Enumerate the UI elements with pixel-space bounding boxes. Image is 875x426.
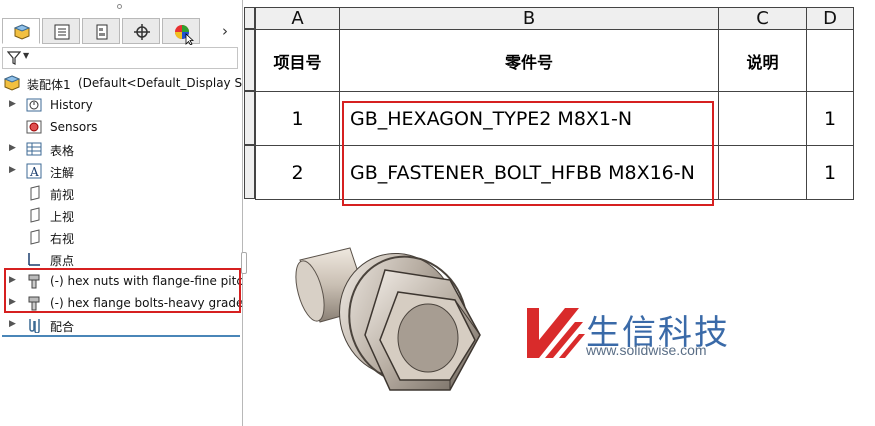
column-header-d[interactable]: D <box>806 7 854 30</box>
tree-item-label: 表格 <box>50 144 75 158</box>
header-description[interactable]: 说明 <box>718 29 807 92</box>
tree-item-label: 原点 <box>50 254 75 268</box>
quantity-cell[interactable]: 1 <box>806 91 854 146</box>
header-part-number[interactable]: 零件号 <box>339 29 719 92</box>
description-cell[interactable] <box>718 91 807 146</box>
tree-item-annotations[interactable]: ▶ A 注解 <box>0 161 242 182</box>
plane-icon <box>30 185 40 201</box>
configuration-manager-icon <box>96 24 108 40</box>
tree-item-label: 前视 <box>50 188 75 202</box>
tree-item-label: 配合 <box>50 320 75 334</box>
feature-manager-panel: › ▼ 装配体1 (Default<Default_Display Sta ▶ … <box>0 0 243 426</box>
tree-item-origin[interactable]: 原点 <box>0 249 242 270</box>
row-marker[interactable] <box>244 91 255 145</box>
row-marker[interactable] <box>244 145 255 199</box>
property-manager-tab[interactable] <box>42 18 80 44</box>
tree-item-label: 右视 <box>50 232 75 246</box>
expand-arrow-icon[interactable]: ▶ <box>9 319 16 329</box>
column-header-b[interactable]: B <box>339 7 719 30</box>
description-cell[interactable] <box>718 145 807 200</box>
quantity-cell[interactable]: 1 <box>806 145 854 200</box>
property-manager-icon <box>54 24 70 40</box>
sensors-icon <box>26 120 42 134</box>
expand-arrow-icon[interactable]: ▶ <box>9 143 16 153</box>
item-number-cell[interactable]: 1 <box>255 91 340 146</box>
color-wheel-icon <box>175 25 195 45</box>
mates-icon <box>29 319 40 333</box>
tree-item-label: 上视 <box>50 210 75 224</box>
assembly-name: 装配体1 <box>27 78 71 92</box>
tree-item-tables[interactable]: ▶ 表格 <box>0 139 242 160</box>
feature-manager-icon <box>13 24 31 40</box>
panel-grip[interactable] <box>0 0 242 14</box>
display-manager-tab[interactable] <box>162 18 200 45</box>
assembly-root[interactable]: 装配体1 (Default<Default_Display Sta <box>0 73 243 94</box>
table-corner-cell[interactable] <box>244 7 255 29</box>
plane-icon <box>30 207 40 223</box>
plane-icon <box>30 229 40 245</box>
tree-item-front-plane[interactable]: 前视 <box>0 183 242 204</box>
highlight-box-parts <box>4 268 241 313</box>
panel-divider <box>2 335 240 337</box>
crosshair-icon <box>134 24 150 40</box>
tree-item-history[interactable]: ▶ History <box>0 95 242 116</box>
highlight-box-part-numbers <box>342 101 714 206</box>
tree-filter-field[interactable]: ▼ <box>2 47 238 69</box>
tree-item-mates[interactable]: ▶ 配合 <box>0 315 242 336</box>
column-header-c[interactable]: C <box>718 7 807 30</box>
assembly-icon <box>4 75 20 91</box>
item-number-cell[interactable]: 2 <box>255 145 340 200</box>
manager-tabbar: › <box>0 14 242 46</box>
row-marker[interactable] <box>244 29 255 91</box>
tree-item-label: Sensors <box>50 120 98 134</box>
filter-dropdown-icon[interactable]: ▼ <box>23 51 29 60</box>
bolt-nut-model[interactable] <box>290 230 520 420</box>
column-header-a[interactable]: A <box>255 7 340 30</box>
logo-url[interactable]: www.solidwise.com <box>586 342 707 358</box>
svg-text:A: A <box>29 165 39 179</box>
tree-item-right-plane[interactable]: 右视 <box>0 227 242 248</box>
feature-manager-tab[interactable] <box>2 18 40 44</box>
dim-xpert-tab[interactable] <box>122 18 160 44</box>
filter-icon <box>7 51 21 65</box>
header-quantity[interactable] <box>806 29 854 92</box>
tree-item-top-plane[interactable]: 上视 <box>0 205 242 226</box>
assembly-config: (Default<Default_Display Sta <box>78 76 243 90</box>
tree-item-label: History <box>50 98 93 112</box>
annotation-icon: A <box>26 163 42 179</box>
configuration-manager-tab[interactable] <box>82 18 120 44</box>
origin-icon <box>28 253 40 266</box>
tree-item-label: 注解 <box>50 166 75 180</box>
history-icon <box>26 98 42 112</box>
panel-collapse-handle[interactable] <box>241 252 247 274</box>
header-item-number[interactable]: 项目号 <box>255 29 340 92</box>
expand-arrow-icon[interactable]: ▶ <box>9 165 16 175</box>
more-tabs-chevron-icon[interactable]: › <box>222 22 228 40</box>
table-icon <box>26 142 42 156</box>
tree-item-sensors[interactable]: Sensors <box>0 117 242 138</box>
expand-arrow-icon[interactable]: ▶ <box>9 99 16 109</box>
